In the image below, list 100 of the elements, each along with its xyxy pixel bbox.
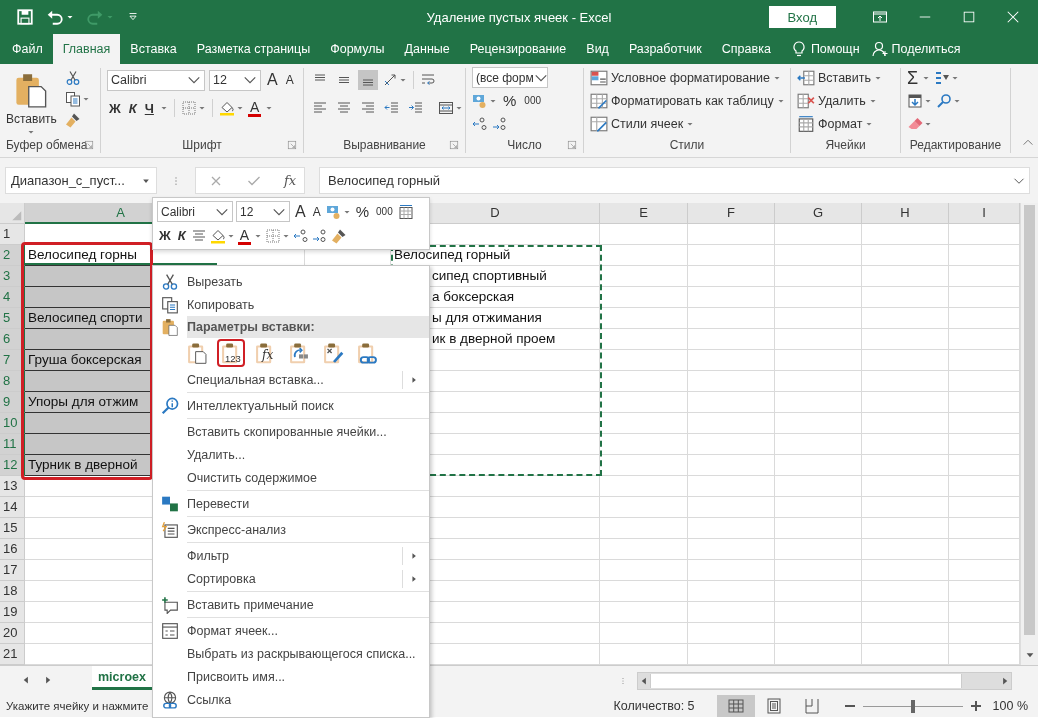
increase-decimal-icon[interactable] (472, 115, 488, 132)
money-icon[interactable] (472, 92, 488, 109)
ribbon-tab[interactable]: Вставка (120, 34, 187, 64)
close-icon[interactable] (1006, 10, 1020, 24)
row-header[interactable]: 11 (0, 434, 25, 455)
caret-icon[interactable] (399, 76, 407, 84)
row-header[interactable]: 14 (0, 497, 25, 518)
shrink-font-button[interactable]: A (283, 70, 296, 90)
row-header[interactable]: 7 (0, 350, 25, 371)
dialog-launcher-icon[interactable] (287, 140, 297, 150)
menu-item[interactable]: Сортировка (153, 567, 429, 590)
underline-button[interactable]: Ч (142, 98, 156, 118)
menu-item[interactable]: Формат ячеек... (153, 619, 429, 642)
ribbon-command[interactable]: Форматировать как таблицу (590, 91, 785, 110)
cut-icon[interactable] (64, 70, 81, 86)
decrease-decimal-icon[interactable] (312, 227, 329, 244)
ribbon-tab[interactable]: Файл (2, 34, 53, 64)
help-search-button[interactable]: Помощн (784, 34, 866, 64)
decrease-indent-icon[interactable] (384, 100, 400, 116)
row-header[interactable]: 10 (0, 413, 25, 434)
sort-filter-icon[interactable] (934, 69, 951, 86)
menu-item[interactable]: Экспресс-анализ (153, 518, 429, 541)
menu-item[interactable]: Выбрать из раскрывающегося списка... (153, 642, 429, 665)
align-left-icon[interactable] (312, 100, 328, 116)
row-header[interactable]: 1 (0, 224, 25, 245)
name-box[interactable]: Диапазон_с_пуст... (5, 167, 157, 194)
scrollbar-thumb[interactable] (1024, 205, 1035, 635)
orientation-icon[interactable] (382, 72, 398, 88)
paste-button[interactable]: Вставить (6, 68, 57, 137)
save-icon[interactable] (16, 8, 34, 26)
row-header[interactable]: 15 (0, 518, 25, 539)
fill-color-icon[interactable] (209, 227, 226, 244)
column-header[interactable]: F (688, 203, 775, 224)
search-icon[interactable] (936, 92, 952, 109)
caret-icon[interactable] (455, 104, 463, 112)
menu-item[interactable]: Перевести (153, 492, 429, 515)
brush-icon[interactable] (64, 112, 81, 128)
grow-font-button[interactable]: A (265, 70, 280, 90)
decrease-decimal-icon[interactable] (492, 115, 508, 132)
caret-icon[interactable] (197, 104, 206, 112)
fill-color-icon[interactable] (218, 100, 235, 116)
ribbon-tab[interactable]: Разработчик (618, 34, 712, 64)
caret-icon[interactable] (159, 104, 168, 112)
italic-button[interactable]: К (126, 98, 139, 118)
view-button[interactable] (716, 695, 755, 717)
share-button[interactable]: Поделиться (865, 34, 967, 64)
fill-down-icon[interactable] (907, 92, 923, 109)
slider-thumb[interactable] (910, 699, 915, 713)
copy-icon[interactable] (64, 91, 81, 107)
font-color-button[interactable]: A (247, 99, 262, 117)
font-select[interactable]: Calibri (107, 69, 205, 91)
bold-button[interactable]: Ж (107, 98, 123, 118)
paste-option-button[interactable]: fx (251, 339, 279, 367)
row-header[interactable]: 4 (0, 287, 25, 308)
font-color-button[interactable]: A (237, 226, 252, 245)
percent-button[interactable]: % (353, 201, 372, 222)
row-header[interactable]: 6 (0, 329, 25, 350)
ribbon-command[interactable]: Удалить (797, 91, 877, 110)
caret-icon[interactable] (265, 104, 274, 112)
ribbon-command[interactable]: Формат (797, 114, 874, 133)
row-header[interactable]: 19 (0, 602, 25, 623)
ribbon-tab[interactable]: Рецензирование (459, 34, 577, 64)
row-header[interactable]: 2 (0, 245, 25, 266)
ribbon-tab[interactable]: Разметка страницы (186, 34, 321, 64)
row-header[interactable]: 20 (0, 623, 25, 644)
grow-font-button[interactable]: A (293, 201, 308, 222)
thousands-button[interactable]: 000 (522, 90, 544, 111)
row-header[interactable]: 5 (0, 308, 25, 329)
caret-icon[interactable] (66, 13, 74, 21)
percent-button[interactable]: % (501, 90, 519, 111)
menu-item[interactable]: Фильтр (153, 544, 429, 567)
menu-item[interactable]: Присвоить имя... (153, 665, 429, 688)
column-header[interactable]: G (775, 203, 862, 224)
brush-icon[interactable] (331, 227, 348, 244)
formula-field[interactable]: Велосипед горный (319, 167, 1030, 194)
ribbon-command[interactable]: Вставить (797, 68, 882, 87)
row-header[interactable]: 16 (0, 539, 25, 560)
eraser-icon[interactable] (907, 115, 923, 132)
merge-icon[interactable] (438, 100, 454, 116)
wrap-text-icon[interactable] (420, 72, 436, 88)
column-header[interactable]: I (949, 203, 1020, 224)
undo-icon[interactable] (46, 8, 64, 26)
increase-indent-icon[interactable] (408, 100, 424, 116)
increase-decimal-icon[interactable] (293, 227, 310, 244)
row-header[interactable]: 17 (0, 560, 25, 581)
italic-button[interactable]: К (175, 225, 188, 246)
ribbon-tab[interactable]: Вид (576, 34, 619, 64)
menu-item[interactable]: Вырезать (153, 270, 429, 293)
ribbon-command[interactable]: Условное форматирование (590, 68, 782, 87)
ribbon-display-icon[interactable] (872, 9, 888, 25)
shrink-font-button[interactable]: A (310, 201, 323, 222)
number-format-select[interactable]: (все форм (472, 67, 548, 88)
dialog-launcher-icon[interactable] (449, 140, 459, 150)
menu-item[interactable]: Ссылка (153, 688, 429, 711)
font-size-select[interactable]: 12 (236, 201, 290, 222)
caret-icon[interactable] (235, 104, 244, 112)
menu-item[interactable]: Вставить примечание (153, 593, 429, 616)
sheet-tab[interactable]: microex (92, 666, 152, 690)
column-header[interactable]: E (600, 203, 688, 224)
ribbon-tab[interactable]: Формулы (320, 34, 395, 64)
